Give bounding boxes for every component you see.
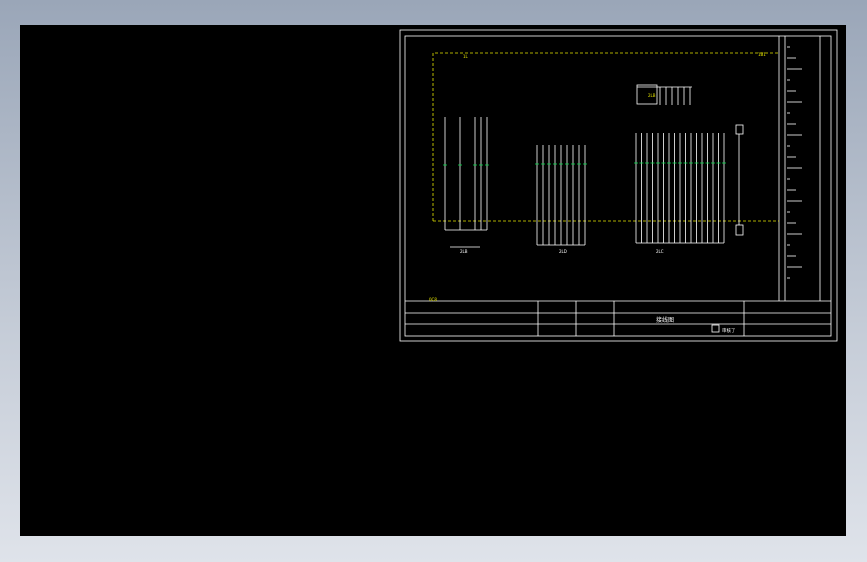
legend-entries: [787, 46, 802, 279]
title-block-note: 审核了: [722, 327, 736, 334]
sheet-outer-frame: [399, 29, 838, 342]
panel-boundary: [432, 52, 779, 222]
corner-tag: 0C8: [429, 297, 437, 302]
circuit-groups: [443, 87, 726, 248]
title-block: 接线图 审核了: [405, 300, 831, 336]
vertical-busbar: [735, 124, 744, 236]
right-group-caption: 2LC: [656, 249, 664, 254]
wiring-diagram: 接线图 审核了 1L 1B1 0C8 2LB 2LB 2LD 2LC: [399, 29, 838, 342]
relay-tag: 2LB: [648, 93, 656, 98]
center-group-caption: 2LD: [559, 249, 567, 254]
top-right-tag: 1B1: [758, 52, 766, 57]
left-group-caption: 2LB: [460, 249, 468, 254]
title-block-title: 接线图: [656, 316, 674, 324]
sheet-inner-frame: [404, 35, 832, 337]
legend-column: [778, 36, 821, 301]
cad-viewport[interactable]: 接线图 审核了 1L 1B1 0C8 2LB 2LB 2LD 2LC: [20, 25, 846, 536]
top-left-tag: 1L: [463, 54, 469, 59]
